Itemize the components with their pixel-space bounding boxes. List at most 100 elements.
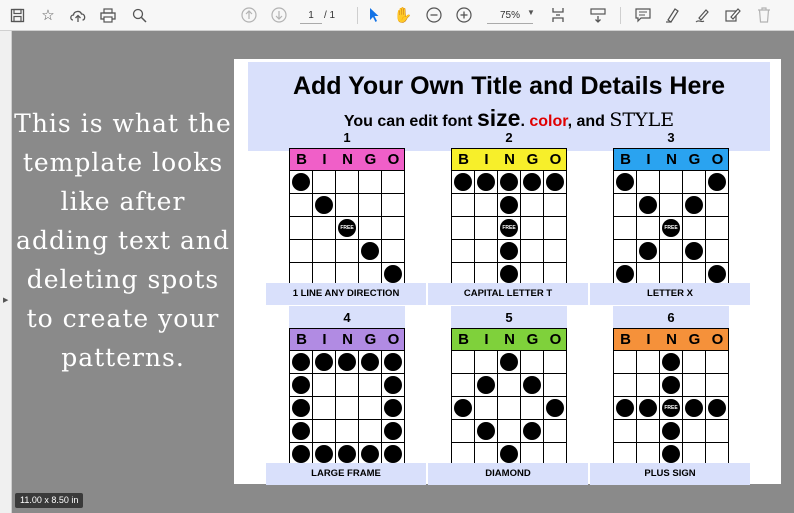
delete-icon[interactable]	[753, 4, 775, 26]
card-number: 5	[451, 306, 567, 328]
marker-dot	[361, 242, 379, 260]
bingo-cell	[313, 374, 336, 397]
bingo-grid: FREE	[451, 170, 567, 286]
pattern-label: LARGE FRAME	[266, 463, 426, 485]
card-number: 3	[613, 126, 729, 148]
comment-icon[interactable]	[632, 4, 654, 26]
bingo-cell	[683, 374, 706, 397]
bingo-cell	[498, 171, 521, 194]
marker-dot	[639, 242, 657, 260]
side-panel-toggle-strip[interactable]: ▶	[0, 31, 12, 513]
bingo-cell	[475, 171, 498, 194]
select-cursor-icon[interactable]	[363, 4, 385, 26]
bingo-cell	[475, 217, 498, 240]
bingo-cell	[706, 351, 729, 374]
bingo-cell	[475, 397, 498, 420]
page-number-input[interactable]: 1	[300, 7, 322, 24]
cloud-upload-icon[interactable]	[67, 4, 89, 26]
bingo-cell: FREE	[336, 217, 359, 240]
bingo-cell	[290, 171, 313, 194]
bingo-cell	[359, 240, 382, 263]
bingo-cell	[683, 217, 706, 240]
print-icon[interactable]	[97, 4, 119, 26]
marker-dot	[292, 353, 310, 371]
bingo-cell	[637, 240, 660, 263]
bingo-grid	[289, 350, 405, 466]
bingo-cell	[660, 351, 683, 374]
marker-dot	[662, 376, 680, 394]
bingo-cell	[382, 397, 405, 420]
free-space: FREE	[338, 219, 356, 237]
free-space: FREE	[662, 399, 680, 417]
bingo-cell	[498, 397, 521, 420]
marker-dot	[500, 353, 518, 371]
bingo-cell	[683, 194, 706, 217]
bingo-cell	[452, 397, 475, 420]
edit-text-icon[interactable]	[722, 4, 744, 26]
bingo-letter: B	[296, 331, 307, 348]
bingo-cell	[614, 217, 637, 240]
bingo-cell	[452, 240, 475, 263]
bingo-cell	[359, 420, 382, 443]
bingo-cell	[313, 351, 336, 374]
chevron-right-icon[interactable]: ▶	[3, 296, 8, 304]
bingo-cell	[382, 240, 405, 263]
fit-page-icon[interactable]	[547, 4, 569, 26]
sign-icon[interactable]	[692, 4, 714, 26]
marker-dot	[477, 376, 495, 394]
zoom-in-icon[interactable]	[453, 4, 475, 26]
zoom-search-icon[interactable]	[128, 4, 150, 26]
marker-dot	[639, 196, 657, 214]
bingo-header: BINGO	[289, 328, 405, 350]
marker-dot	[384, 422, 402, 440]
bingo-cell	[683, 351, 706, 374]
chevron-down-icon[interactable]: ▼	[527, 8, 535, 17]
bingo-cell	[290, 217, 313, 240]
bingo-cell	[521, 240, 544, 263]
bingo-cell	[706, 374, 729, 397]
bingo-card: 3 B I N G O FREE	[613, 126, 729, 286]
bingo-cell	[521, 351, 544, 374]
bingo-letter: I	[646, 151, 651, 168]
bingo-card: 6 B I N G O FREE	[613, 306, 729, 466]
star-icon[interactable]: ☆	[37, 4, 59, 26]
bingo-cell	[544, 217, 567, 240]
bingo-cell	[544, 374, 567, 397]
bingo-letter: N	[504, 331, 515, 348]
bingo-grid: FREE	[613, 350, 729, 466]
bingo-cell	[614, 374, 637, 397]
promo-text: This is what the template looks like aft…	[14, 109, 232, 372]
bingo-cell	[382, 171, 405, 194]
bingo-cell	[382, 194, 405, 217]
bingo-cell	[521, 194, 544, 217]
bingo-cell	[475, 351, 498, 374]
marker-dot	[292, 445, 310, 463]
bingo-letter: I	[646, 331, 651, 348]
page-up-icon[interactable]	[238, 4, 260, 26]
bingo-cell	[498, 420, 521, 443]
bingo-cell	[706, 420, 729, 443]
bingo-letter: I	[322, 151, 327, 168]
bingo-cell	[544, 397, 567, 420]
hand-icon[interactable]: ✋	[392, 4, 414, 26]
scroll-mode-icon[interactable]	[587, 4, 609, 26]
bingo-cell	[706, 397, 729, 420]
bingo-cell	[521, 397, 544, 420]
highlight-icon[interactable]	[662, 4, 684, 26]
bingo-cell	[544, 420, 567, 443]
bingo-cell	[637, 194, 660, 217]
save-icon[interactable]	[6, 4, 28, 26]
page-down-icon[interactable]	[268, 4, 290, 26]
bingo-letter: B	[296, 151, 307, 168]
bingo-letter: O	[711, 151, 724, 168]
bingo-cell	[452, 351, 475, 374]
marker-dot	[708, 399, 726, 417]
bingo-cell	[614, 171, 637, 194]
marker-dot	[708, 173, 726, 191]
bingo-letter: B	[620, 151, 631, 168]
bingo-cell	[475, 194, 498, 217]
toolbar-divider	[620, 7, 621, 24]
bingo-cell	[683, 397, 706, 420]
toolbar-divider	[357, 7, 358, 24]
zoom-out-icon[interactable]	[423, 4, 445, 26]
